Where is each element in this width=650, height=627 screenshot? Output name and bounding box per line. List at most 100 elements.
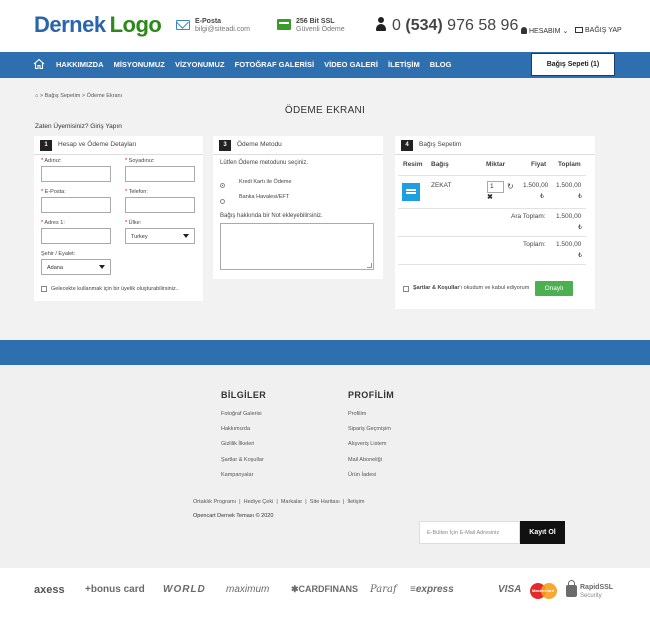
subtotal-label: Ara Toplam: [511, 213, 546, 220]
account-user-icon [521, 27, 527, 34]
note-textarea[interactable] [220, 223, 374, 270]
table-row [398, 208, 586, 209]
footer: BİLGİLER Fotoğraf Galerisi Hakkımızda Gi… [0, 365, 650, 568]
country-select[interactable]: Turkey [125, 228, 195, 244]
copyright: Opencart Dernek Teması © 2020 [193, 513, 274, 519]
footer-info-title: BİLGİLER [221, 390, 267, 400]
panel-header: 1 Hesap ve Ödeme Detayları [40, 140, 136, 151]
item-total: 1.500,00 [556, 182, 582, 189]
breadcrumb: ⌂ > Bağış Sepetim > Ödeme Ekranı [35, 93, 123, 99]
surname-field[interactable] [125, 166, 195, 182]
site-logo[interactable]: Dernek Logo [34, 12, 162, 38]
lock-icon [566, 580, 577, 597]
address-label: * Adres 1: [41, 220, 65, 226]
option-bank-transfer[interactable]: Banka Havalesi/EFT [239, 194, 289, 200]
refresh-icon[interactable]: ↻ [507, 183, 514, 191]
footer-link[interactable]: Profilim [348, 411, 366, 417]
radio-credit-card[interactable] [220, 183, 225, 188]
country-label: * Ülke: [125, 220, 142, 226]
chevron-down-icon [99, 265, 105, 269]
donate-link[interactable]: BAĞIŞ YAP [575, 27, 622, 34]
remove-icon[interactable]: ✖ [487, 194, 493, 201]
footer-link[interactable]: Mail Aboneliği [348, 457, 382, 463]
col-donation: Bağış [431, 161, 449, 168]
home-icon[interactable] [33, 58, 45, 70]
total-currency: ₺ [578, 252, 583, 259]
phone-area: (534) [405, 17, 443, 34]
phone-prefix: 0 [392, 17, 401, 34]
col-price: Fiyat [531, 161, 547, 168]
create-account-label: Gelecekte kullanmak için bir üyelik oluş… [51, 286, 179, 292]
newsletter-email-input[interactable]: E-Bülten İçin E-Mail Adresiniz [419, 521, 520, 544]
note-label: Bağış hakkında bir Not ekleyebilirsiniz. [220, 213, 323, 219]
footer-link[interactable]: Markalar [281, 499, 302, 505]
email-field[interactable] [41, 197, 111, 213]
nav-item-video-galeri[interactable]: VİDEO GALERİ [324, 60, 378, 69]
ssl-label: 256 Bit SSL [296, 18, 335, 25]
breadcrumb-item-checkout[interactable]: Ödeme Ekranı [87, 93, 122, 99]
chevron-down-icon: ⌄ [562, 28, 569, 35]
donation-box-icon [575, 27, 583, 33]
radio-bank-transfer[interactable] [220, 199, 225, 204]
item-image[interactable] [402, 183, 420, 201]
name-field[interactable] [41, 166, 111, 182]
divider [213, 154, 383, 155]
nav-item-vizyonumuz[interactable]: VİZYONUMUZ [175, 60, 225, 69]
nav-item-iletisim[interactable]: İLETİŞİM [388, 60, 420, 69]
footer-bottom-links: Ortaklık Programı | Hediye Çeki | Markal… [193, 499, 365, 505]
option-credit-card[interactable]: Kredi Kartı ile Ödeme [239, 179, 292, 185]
footer-link[interactable]: Şartlar & Koşullar [221, 457, 264, 463]
nav-item-blog[interactable]: BLOG [430, 60, 452, 69]
email-value[interactable]: bilgi@siteadi.com [195, 26, 250, 33]
footer-link[interactable]: Fotoğraf Galerisi [221, 411, 262, 417]
user-icon [376, 17, 386, 31]
payment-method-panel: 3 Ödeme Metodu Lütfen Ödeme metodunu seçi… [213, 136, 383, 279]
footer-link[interactable]: İletişim [347, 499, 364, 505]
phone-digits: 976 58 96 [447, 17, 519, 34]
total-value: 1.500,00 [556, 241, 582, 248]
footer-link[interactable]: Hediye Çeki [244, 499, 274, 505]
phone-field[interactable] [125, 197, 195, 213]
checkout-main: ⌂ > Bağış Sepetim > Ödeme Ekranı ÖDEME E… [0, 78, 650, 340]
quantity-input[interactable]: 1 [487, 181, 504, 193]
top-header: Dernek Logo E-Posta bilgi@siteadi.com 256… [0, 0, 650, 52]
city-select[interactable]: Adana [41, 259, 111, 275]
surname-label: * Soyadınız: [125, 158, 155, 164]
nav-item-hakkimizda[interactable]: HAKKIMIZDA [56, 60, 104, 69]
address-field[interactable] [41, 228, 111, 244]
page-title: ÖDEME EKRANI [284, 105, 366, 116]
subtotal-value: 1.500,00 [556, 213, 582, 220]
divider [34, 154, 203, 155]
nav-item-foto-galeri[interactable]: FOTOĞRAF GALERİSİ [235, 60, 314, 69]
footer-link[interactable]: Site Haritası [310, 499, 340, 505]
payment-logos: axess +bonus card WORLD maximum ✱CARDFIN… [0, 568, 650, 627]
breadcrumb-home-icon[interactable]: ⌂ [35, 93, 38, 99]
footer-link[interactable]: Alışveriş Listem [348, 441, 387, 447]
login-prompt-link[interactable]: Zaten Üyemisiniz? Giriş Yapın [35, 123, 122, 130]
axess-logo: axess [34, 584, 65, 596]
col-total: Toplam [558, 161, 581, 168]
account-menu[interactable]: HESABIM ⌄ [521, 27, 568, 35]
create-account-checkbox[interactable] [41, 286, 47, 292]
blue-band [0, 340, 650, 365]
footer-link[interactable]: Sipariş Geçmişim [348, 426, 391, 432]
paraf-logo: Paraf [370, 584, 397, 595]
terms-link[interactable]: Şartlar & Koşullar [413, 285, 459, 291]
terms-checkbox[interactable] [403, 286, 409, 292]
breadcrumb-item-cart[interactable]: Bağış Sepetim [45, 93, 81, 99]
terms-text: Şartlar & Koşullar'ı okudum ve kabul edi… [413, 285, 530, 291]
envelope-icon [176, 20, 190, 30]
footer-link[interactable]: Ürün İadesi [348, 472, 376, 478]
confirm-button[interactable]: Onaylı [535, 281, 573, 296]
footer-link[interactable]: Gizlilik İlkeleri [221, 441, 254, 447]
maximum-logo: maximum [226, 584, 270, 595]
nav-item-misyonumuz[interactable]: MİSYONUMUZ [114, 60, 165, 69]
footer-link[interactable]: Ortaklık Programı [193, 499, 236, 505]
cart-button[interactable]: Bağış Sepeti (1) [531, 53, 615, 76]
footer-link[interactable]: Hakkımızda [221, 426, 250, 432]
footer-link[interactable]: Kampanyalar [221, 472, 253, 478]
item-name[interactable]: ZEKAT [431, 182, 451, 189]
cardfinans-star-icon: ✱ [291, 584, 299, 594]
newsletter-submit-button[interactable]: Kayıt Ol [520, 521, 565, 544]
donation-cart-panel: 4 Bağış Sepetim Resim Bağış Miktar Fiyat … [395, 136, 595, 309]
